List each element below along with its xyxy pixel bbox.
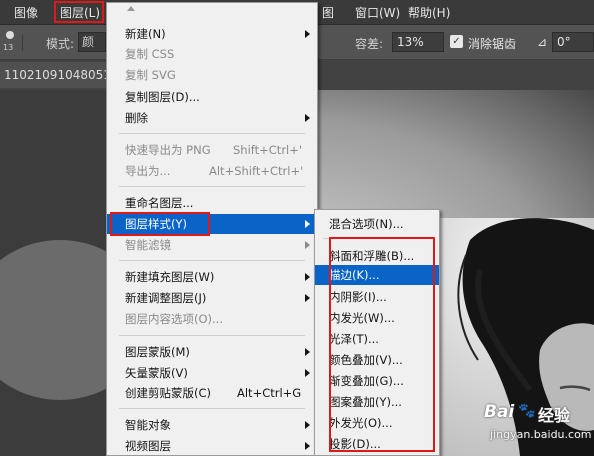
menu-help[interactable]: 帮助(H): [408, 4, 450, 22]
mode-select[interactable]: 颜: [78, 32, 106, 52]
menu-item-label: 混合选项(N)...: [329, 217, 404, 231]
antialias-checkbox[interactable]: ✓: [450, 35, 463, 48]
submenu-item-blending-options[interactable]: 混合选项(N)...: [315, 214, 439, 234]
menu-separator: [119, 186, 305, 187]
menu-separator: [119, 408, 305, 409]
menu-separator: [119, 260, 305, 261]
brush-size: 13: [3, 43, 14, 52]
menu-item-label: 图层蒙版(M): [125, 345, 190, 359]
submenu-arrow-icon: [305, 348, 310, 356]
submenu-arrow-icon: [305, 294, 310, 302]
menu-item-label: 矢量蒙版(V): [125, 366, 188, 380]
menu-item-new[interactable]: 新建(N): [107, 24, 317, 44]
submenu-arrow-icon: [305, 220, 310, 228]
scroll-up-arrow-icon[interactable]: [127, 6, 135, 11]
brush-icon[interactable]: [6, 31, 14, 39]
menu-item-shortcut: Alt+Ctrl+G: [237, 386, 302, 400]
menu-item-label: 快速导出为 PNG: [125, 143, 211, 157]
tolerance-input[interactable]: 13%: [392, 32, 444, 52]
menu-item-duplicate-layer[interactable]: 复制图层(D)...: [107, 87, 317, 107]
annotation-box-style-effects: [329, 237, 435, 452]
watermark-brand: Bai: [484, 402, 515, 422]
menu-item-label: 图层内容选项(O)...: [125, 312, 223, 326]
menu-item-shortcut: Alt+Shift+Ctrl+': [209, 164, 304, 178]
baidu-watermark: Bai 🐾 经验 jingyan.baidu.com: [478, 400, 594, 450]
submenu-arrow-icon: [305, 30, 310, 38]
angle-input[interactable]: 0°: [552, 32, 594, 52]
menu-item-label: 智能对象: [125, 418, 171, 432]
watermark-brand-2: 经验: [538, 406, 571, 425]
submenu-arrow-icon: [305, 369, 310, 377]
menu-item-layer-content-options[interactable]: 图层内容选项(O)...: [107, 309, 317, 329]
menu-item-label: 删除: [125, 111, 148, 125]
menu-item-label: 创建剪贴蒙版(C): [125, 386, 212, 400]
menu-item-copy-svg[interactable]: 复制 SVG: [107, 65, 317, 85]
menu-item-vector-mask[interactable]: 矢量蒙版(V): [107, 363, 317, 383]
menu-item-label: 新建调整图层(J): [125, 291, 207, 305]
submenu-arrow-icon: [305, 273, 310, 281]
menu-item-label: 新建填充图层(W): [125, 270, 215, 284]
menu-separator: [119, 335, 305, 336]
watermark-url: jingyan.baidu.com: [490, 428, 592, 441]
menu-item-label: 智能滤镜: [125, 238, 171, 252]
submenu-arrow-icon: [305, 241, 310, 249]
annotation-box-layer-style: [110, 212, 210, 236]
menu-item-create-clipping-mask[interactable]: 创建剪贴蒙版(C) Alt+Ctrl+G: [107, 383, 317, 403]
menu-item-label: 新建(N): [125, 27, 166, 41]
submenu-arrow-icon: [305, 114, 310, 122]
menu-item-rename-layer[interactable]: 重命名图层...: [107, 193, 317, 213]
antialias-label: 消除锯齿: [468, 37, 517, 51]
menu-item-smart-object[interactable]: 智能对象: [107, 415, 317, 435]
menu-item-new-fill-layer[interactable]: 新建填充图层(W): [107, 267, 317, 287]
annotation-box-layer-menu: [54, 1, 104, 23]
submenu-arrow-icon: [305, 442, 310, 450]
menu-item-label: 重命名图层...: [125, 196, 194, 210]
menu-item-label: 导出为...: [125, 164, 171, 178]
divider: [22, 35, 23, 51]
menu-item-label: 复制 SVG: [125, 68, 176, 82]
menu-item-delete[interactable]: 删除: [107, 108, 317, 128]
menu-partial[interactable]: 图: [322, 4, 334, 22]
tolerance-label: 容差:: [355, 37, 384, 51]
menu-item-layer-mask[interactable]: 图层蒙版(M): [107, 342, 317, 362]
menu-item-copy-css[interactable]: 复制 CSS: [107, 44, 317, 64]
menu-item-export-as[interactable]: 导出为... Alt+Shift+Ctrl+': [107, 161, 317, 181]
document-tab[interactable]: 11021091048051.jpg: [0, 62, 133, 88]
menu-item-smart-filter[interactable]: 智能滤镜: [107, 235, 317, 255]
submenu-arrow-icon: [305, 421, 310, 429]
menu-image[interactable]: 图像: [14, 4, 38, 22]
menu-item-quick-export-png[interactable]: 快速导出为 PNG Shift+Ctrl+': [107, 140, 317, 160]
menu-item-label: 复制 CSS: [125, 47, 175, 61]
menu-item-label: 复制图层(D)...: [125, 90, 200, 104]
paw-icon: 🐾: [518, 403, 536, 419]
menu-item-video-layer[interactable]: 视频图层: [107, 436, 317, 456]
menu-window[interactable]: 窗口(W): [355, 4, 400, 22]
angle-icon: ⊿: [537, 35, 548, 49]
mode-label: 模式:: [46, 37, 75, 51]
menu-separator: [119, 133, 305, 134]
menu-item-shortcut: Shift+Ctrl+': [233, 143, 303, 157]
menu-item-label: 视频图层: [125, 439, 171, 453]
menu-item-new-adjustment-layer[interactable]: 新建调整图层(J): [107, 288, 317, 308]
